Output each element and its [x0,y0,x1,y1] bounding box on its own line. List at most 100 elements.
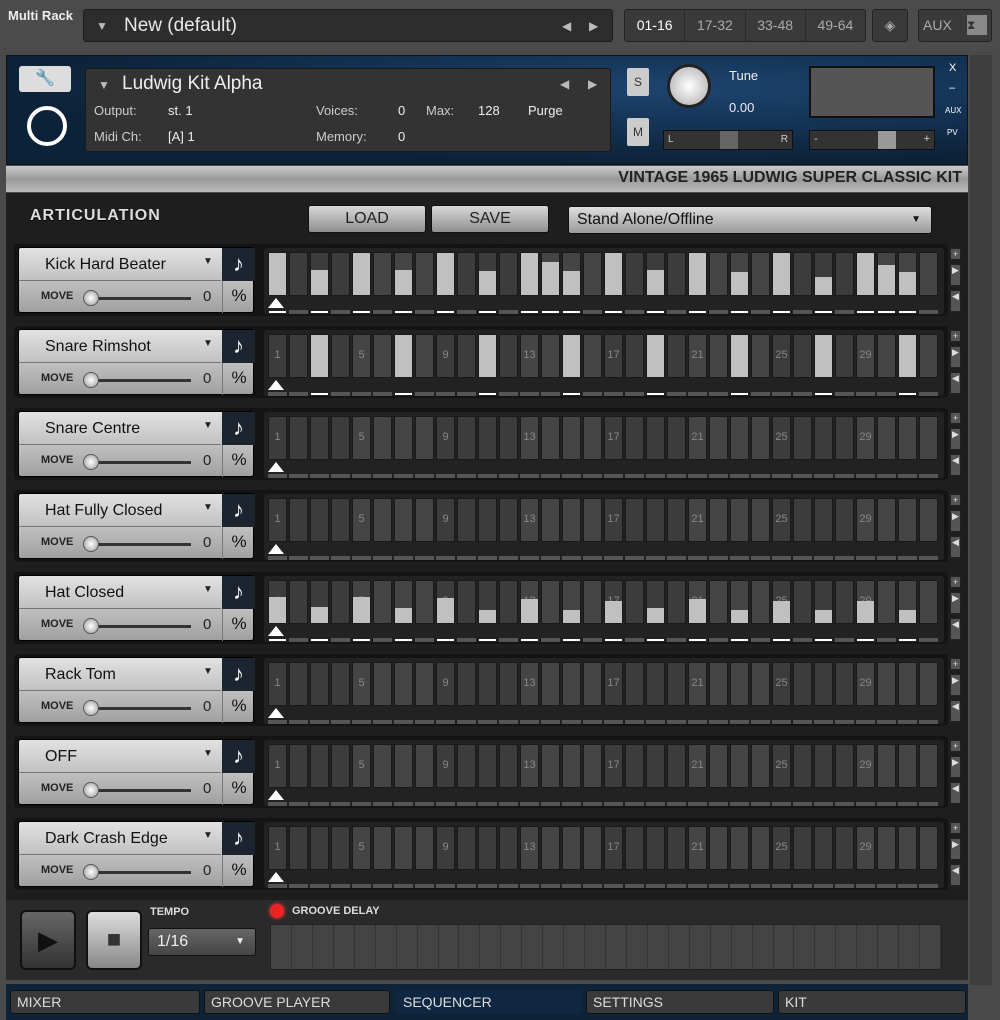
articulation-select[interactable]: Dark Crash Edge [19,822,221,855]
step[interactable]: 29 [856,334,875,378]
step[interactable]: 1 [268,580,287,624]
next-preset-icon[interactable]: ▶ [589,19,598,33]
step[interactable]: 13 [520,416,539,460]
step[interactable] [394,416,413,460]
step[interactable] [373,334,392,378]
step[interactable] [457,334,476,378]
step[interactable] [499,580,518,624]
step[interactable]: 29 [856,826,875,870]
shift-right-icon[interactable]: ▶ [950,592,961,614]
step[interactable] [331,580,350,624]
step[interactable]: 21 [688,662,707,706]
mode-select[interactable]: Stand Alone/Offline ▼ [568,206,932,234]
step[interactable] [835,416,854,460]
step[interactable] [478,580,497,624]
step[interactable]: 25 [772,416,791,460]
step[interactable]: 17 [604,826,623,870]
step[interactable]: 17 [604,580,623,624]
step[interactable]: 29 [856,662,875,706]
step[interactable] [583,744,602,788]
note-mode-icon[interactable]: ♪ [222,822,255,855]
groove-delay-step[interactable] [376,925,397,969]
articulation-select[interactable]: Snare Centre [19,412,221,445]
step[interactable] [646,662,665,706]
step[interactable] [331,744,350,788]
tab-kit[interactable]: KIT [778,990,966,1014]
step[interactable] [625,252,644,296]
move-slider-handle[interactable] [83,782,99,798]
step[interactable] [835,662,854,706]
step[interactable] [310,416,329,460]
step[interactable] [646,498,665,542]
shift-left-icon[interactable]: ◀ [950,700,961,722]
step[interactable] [793,416,812,460]
groove-delay-step[interactable] [774,925,795,969]
step[interactable] [562,580,581,624]
step[interactable] [394,498,413,542]
step[interactable] [310,744,329,788]
step[interactable] [751,662,770,706]
step[interactable] [751,744,770,788]
groove-delay-step[interactable] [543,925,565,969]
shift-left-icon[interactable]: ◀ [950,864,961,886]
step[interactable] [415,334,434,378]
add-icon[interactable]: + [950,248,961,260]
step[interactable] [814,744,833,788]
step[interactable] [331,826,350,870]
step[interactable] [310,498,329,542]
step[interactable] [289,826,308,870]
step[interactable] [625,498,644,542]
step[interactable]: 1 [268,826,287,870]
groove-delay-step[interactable] [459,925,481,969]
step[interactable] [835,580,854,624]
step[interactable] [730,826,749,870]
step[interactable] [562,334,581,378]
velocity-mode-button[interactable]: % [222,363,255,395]
step[interactable]: 21 [688,416,707,460]
step[interactable] [541,744,560,788]
groove-delay-step[interactable] [397,925,418,969]
save-pattern-button[interactable]: SAVE PATTERN [431,205,549,253]
pan-slider[interactable]: L R [663,130,793,150]
step[interactable] [730,580,749,624]
step[interactable] [562,498,581,542]
groove-delay-step[interactable] [564,925,586,969]
groove-delay-step[interactable] [753,925,774,969]
velocity-mode-button[interactable]: % [222,609,255,641]
step[interactable]: 13 [520,744,539,788]
step[interactable] [583,334,602,378]
step[interactable]: 25 [772,498,791,542]
groove-delay-step[interactable] [606,925,627,969]
step[interactable] [625,334,644,378]
step[interactable] [667,662,686,706]
step[interactable] [373,252,392,296]
groove-delay-step[interactable] [271,925,292,969]
move-slider[interactable] [91,379,191,382]
step[interactable] [541,662,560,706]
step[interactable] [898,580,917,624]
step[interactable] [499,334,518,378]
step[interactable] [478,498,497,542]
step[interactable] [457,826,476,870]
step[interactable] [373,416,392,460]
step[interactable] [877,498,896,542]
step[interactable] [877,662,896,706]
groove-delay-step[interactable] [648,925,669,969]
step[interactable] [730,252,749,296]
step[interactable] [835,498,854,542]
articulation-select[interactable]: Hat Closed [19,576,221,609]
groove-delay-grid[interactable] [270,924,942,970]
step[interactable]: 25 [772,252,791,296]
step[interactable] [667,744,686,788]
velocity-mode-button[interactable]: % [222,691,255,723]
shift-left-icon[interactable]: ◀ [950,536,961,558]
step[interactable] [877,744,896,788]
step[interactable] [751,416,770,460]
move-slider-handle[interactable] [83,454,99,470]
step[interactable]: 13 [520,252,539,296]
step[interactable] [541,580,560,624]
shift-left-icon[interactable]: ◀ [950,618,961,640]
step[interactable] [877,416,896,460]
step[interactable] [331,662,350,706]
velocity-mode-button[interactable]: % [222,855,255,887]
